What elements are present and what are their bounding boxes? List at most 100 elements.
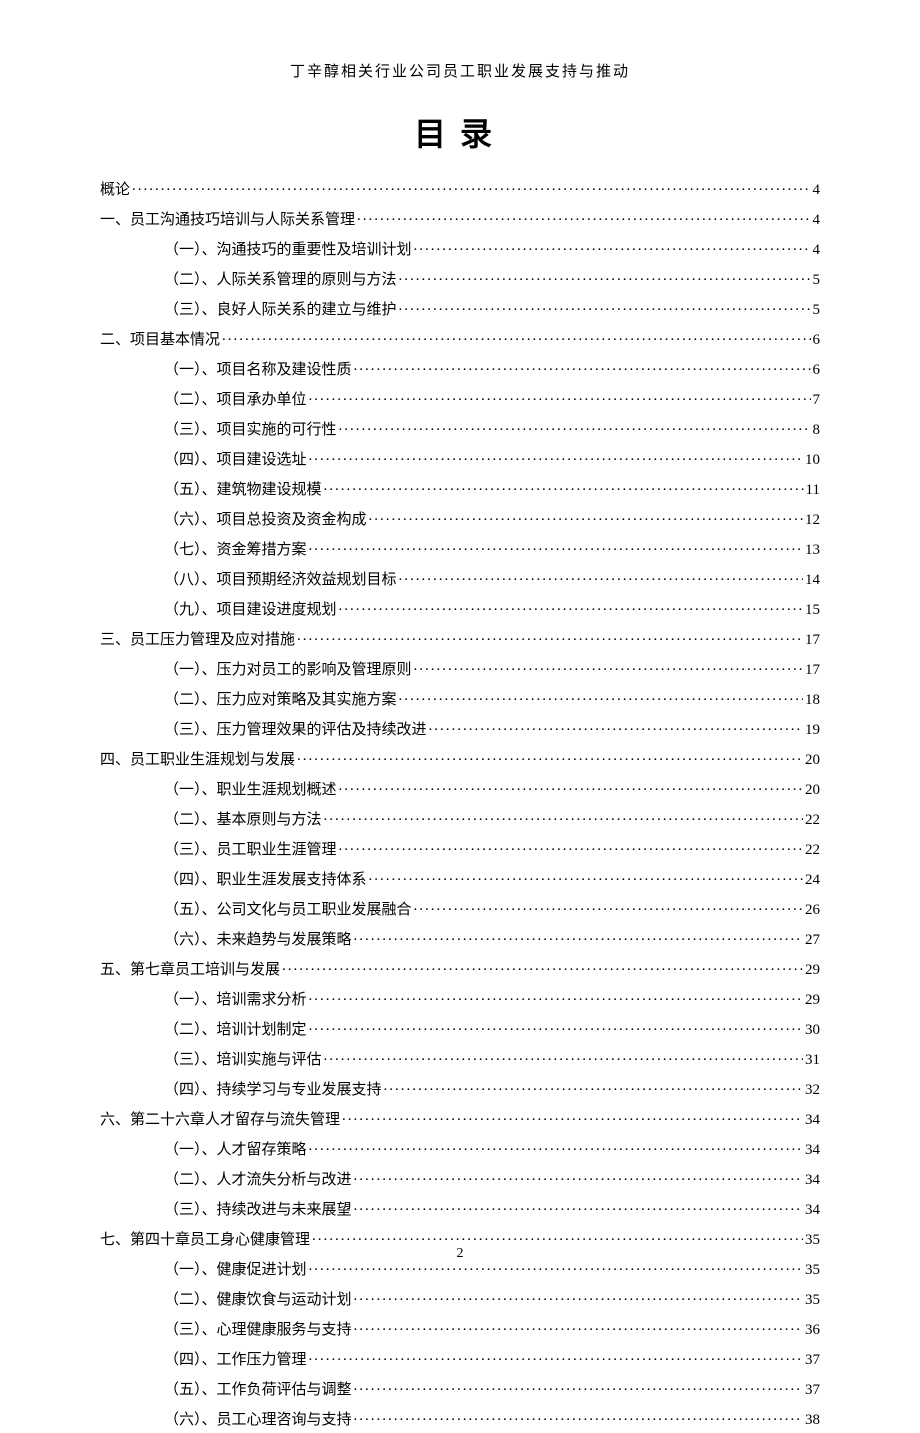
toc-leader-dots [339, 599, 803, 614]
toc-entry[interactable]: （四）、工作压力管理37 [100, 1343, 820, 1373]
toc-entry[interactable]: （六）、项目总投资及资金构成12 [100, 503, 820, 533]
toc-entry-page: 7 [813, 393, 821, 408]
toc-entry[interactable]: （三）、项目实施的可行性8 [100, 413, 820, 443]
toc-entry[interactable]: （二）、压力应对策略及其实施方案18 [100, 683, 820, 713]
toc-leader-dots [132, 179, 810, 194]
toc-leader-dots [354, 1409, 803, 1424]
toc-leader-dots [297, 629, 803, 644]
toc-entry-page: 4 [813, 243, 821, 258]
toc-entry[interactable]: （六）、员工心理咨询与支持38 [100, 1403, 820, 1433]
toc-entry-label: （三）、良好人际关系的建立与维护 [164, 303, 397, 318]
toc-leader-dots [414, 239, 811, 254]
toc-entry-page: 34 [805, 1203, 820, 1218]
toc-entry[interactable]: （一）、职业生涯规划概述20 [100, 773, 820, 803]
toc-entry-page: 35 [805, 1293, 820, 1308]
toc-entry-label: （三）、压力管理效果的评估及持续改进 [164, 723, 427, 738]
toc-leader-dots [309, 1139, 803, 1154]
toc-leader-dots [309, 449, 803, 464]
toc-entry[interactable]: （一）、人才留存策略 34 [100, 1133, 820, 1163]
toc-entry-label: （二）、健康饮食与运动计划 [164, 1293, 352, 1308]
toc-entry[interactable]: （五）、建筑物建设规模11 [100, 473, 820, 503]
toc-entry-label: （六）、未来趋势与发展策略 [164, 933, 352, 948]
toc-entry-label: （三）、项目实施的可行性 [164, 423, 337, 438]
toc-entry[interactable]: （二）、人才流失分析与改进34 [100, 1163, 820, 1193]
toc-entry[interactable]: （三）、良好人际关系的建立与维护5 [100, 293, 820, 323]
toc-entry[interactable]: （五）、工作负荷评估与调整 37 [100, 1373, 820, 1403]
toc-entry[interactable]: （二）、健康饮食与运动计划 35 [100, 1283, 820, 1313]
toc-entry[interactable]: （三）、压力管理效果的评估及持续改进19 [100, 713, 820, 743]
toc-entry[interactable]: （四）、职业生涯发展支持体系24 [100, 863, 820, 893]
toc-entry[interactable]: （八）、项目预期经济效益规划目标14 [100, 563, 820, 593]
toc-entry-label: （一）、沟通技巧的重要性及培训计划 [164, 243, 412, 258]
toc-leader-dots [399, 269, 811, 284]
toc-entry[interactable]: （二）、项目承办单位7 [100, 383, 820, 413]
toc-entry[interactable]: 概论4 [100, 173, 820, 203]
toc-entry[interactable]: （五）、公司文化与员工职业发展融合26 [100, 893, 820, 923]
toc-entry[interactable]: 六、第二十六章人才留存与流失管理34 [100, 1103, 820, 1133]
toc-leader-dots [309, 389, 811, 404]
toc-entry-page: 26 [805, 903, 820, 918]
toc-leader-dots [399, 299, 811, 314]
toc-entry-page: 13 [805, 543, 820, 558]
toc-entry[interactable]: （二）、人际关系管理的原则与方法5 [100, 263, 820, 293]
toc-entry-page: 31 [805, 1053, 820, 1068]
toc-leader-dots [339, 779, 803, 794]
toc-entry[interactable]: （一）、项目名称及建设性质6 [100, 353, 820, 383]
toc-entry[interactable]: （一）、培训需求分析29 [100, 983, 820, 1013]
toc-entry-label: （二）、人际关系管理的原则与方法 [164, 273, 397, 288]
toc-entry[interactable]: （四）、持续学习与专业发展支持32 [100, 1073, 820, 1103]
document-header: 丁辛醇相关行业公司员工职业发展支持与推动 [100, 60, 820, 81]
toc-entry[interactable]: 四、员工职业生涯规划与发展20 [100, 743, 820, 773]
toc-entry[interactable]: （二）、基本原则与方法 22 [100, 803, 820, 833]
toc-entry-label: （二）、人才流失分析与改进 [164, 1173, 352, 1188]
toc-leader-dots [354, 1379, 803, 1394]
toc-leader-dots [324, 479, 804, 494]
toc-entry[interactable]: （三）、员工职业生涯管理22 [100, 833, 820, 863]
toc-entry-label: （五）、工作负荷评估与调整 [164, 1383, 352, 1398]
toc-entry[interactable]: （一）、沟通技巧的重要性及培训计划 4 [100, 233, 820, 263]
toc-entry[interactable]: 一、员工沟通技巧培训与人际关系管理4 [100, 203, 820, 233]
toc-entry-page: 6 [813, 333, 821, 348]
toc-entry[interactable]: （六）、未来趋势与发展策略27 [100, 923, 820, 953]
toc-entry-page: 22 [805, 813, 820, 828]
toc-leader-dots [297, 749, 803, 764]
toc-entry[interactable]: （四）、项目建设选址10 [100, 443, 820, 473]
toc-entry-page: 34 [805, 1143, 820, 1158]
toc-leader-dots [414, 899, 803, 914]
toc-leader-dots [312, 1229, 803, 1244]
toc-entry[interactable]: （七）、资金筹措方案13 [100, 533, 820, 563]
toc-entry[interactable]: （九）、项目建设进度规划15 [100, 593, 820, 623]
toc-entry[interactable]: （三）、培训实施与评估 31 [100, 1043, 820, 1073]
toc-entry-label: （四）、持续学习与专业发展支持 [164, 1083, 382, 1098]
toc-entry-label: （二）、基本原则与方法 [164, 813, 322, 828]
document-page: 丁辛醇相关行业公司员工职业发展支持与推动 目录 概论4一、员工沟通技巧培训与人际… [0, 0, 920, 1302]
toc-entry-page: 20 [805, 783, 820, 798]
toc-leader-dots [354, 1169, 803, 1184]
toc-entry[interactable]: （二）、培训计划制定30 [100, 1013, 820, 1043]
toc-entry[interactable]: （三）、心理健康服务与支持36 [100, 1313, 820, 1343]
toc-leader-dots [309, 1349, 803, 1364]
toc-entry[interactable]: （三）、持续改进与未来展望34 [100, 1193, 820, 1223]
toc-leader-dots [309, 1019, 803, 1034]
toc-entry-label: （三）、员工职业生涯管理 [164, 843, 337, 858]
toc-entry-label: （三）、培训实施与评估 [164, 1053, 322, 1068]
toc-entry-label: （一）、压力对员工的影响及管理原则 [164, 663, 412, 678]
toc-entry-page: 18 [805, 693, 820, 708]
toc-entry[interactable]: 五、第七章员工培训与发展29 [100, 953, 820, 983]
toc-entry[interactable]: 二、项目基本情况6 [100, 323, 820, 353]
toc-entry-label: 五、第七章员工培训与发展 [100, 963, 280, 978]
toc-leader-dots [309, 989, 803, 1004]
toc-entry-page: 14 [805, 573, 820, 588]
toc-entry-page: 11 [806, 483, 820, 498]
toc-entry[interactable]: （一）、压力对员工的影响及管理原则17 [100, 653, 820, 683]
toc-leader-dots [324, 809, 803, 824]
table-of-contents: 概论4一、员工沟通技巧培训与人际关系管理4（一）、沟通技巧的重要性及培训计划4（… [100, 173, 820, 1433]
toc-entry-label: 三、员工压力管理及应对措施 [100, 633, 295, 648]
page-number: 2 [0, 1246, 920, 1262]
toc-entry-label: （一）、项目名称及建设性质 [164, 363, 352, 378]
toc-entry[interactable]: 三、员工压力管理及应对措施17 [100, 623, 820, 653]
toc-entry-page: 37 [805, 1383, 820, 1398]
toc-entry-label: 概论 [100, 183, 130, 198]
toc-entry-label: （一）、人才留存策略 [164, 1143, 307, 1158]
toc-entry-page: 30 [805, 1023, 820, 1038]
